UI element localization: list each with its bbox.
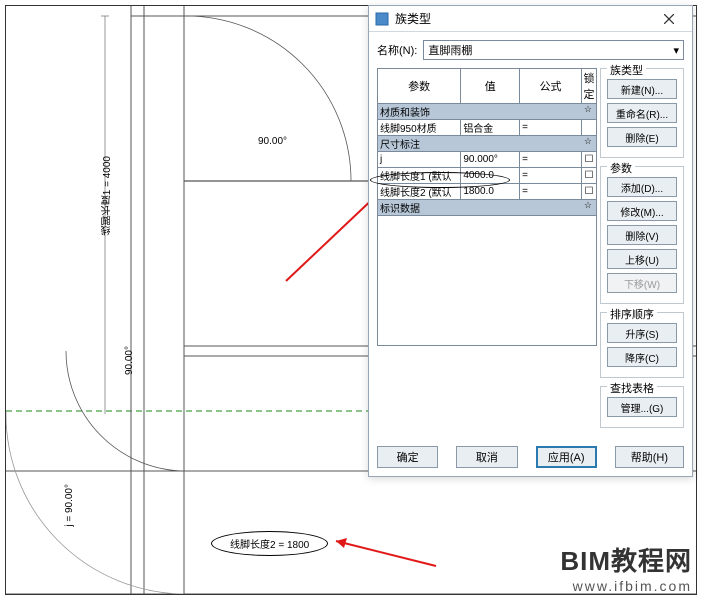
dialog-title: 族类型 — [395, 10, 650, 27]
movedown-button[interactable]: 下移(W) — [607, 273, 677, 293]
grp-params: 参数 — [607, 160, 635, 176]
angle-label-j: j = 90.00° — [64, 484, 75, 527]
desc-button[interactable]: 降序(C) — [607, 347, 677, 367]
chevron-down-icon: ▾ — [673, 44, 679, 57]
name-label: 名称(N): — [377, 42, 417, 58]
side-panel: 族类型 新建(N)... 重命名(R)... 删除(E) 参数 添加(D)...… — [600, 68, 684, 436]
app-icon — [375, 12, 389, 26]
watermark-url: www.ifbim.com — [560, 578, 692, 594]
watermark-brand: BIM教程网 — [560, 541, 692, 578]
col-lock[interactable]: 锁定 — [582, 69, 597, 104]
titlebar[interactable]: 族类型 — [369, 6, 692, 32]
col-formula[interactable]: 公式 — [520, 69, 582, 104]
modify-param-button[interactable]: 修改(M)... — [607, 201, 677, 221]
delete-type-button[interactable]: 删除(E) — [607, 127, 677, 147]
new-type-button[interactable]: 新建(N)... — [607, 79, 677, 99]
angle-label-1b: 90.00° — [124, 346, 135, 375]
manage-button[interactable]: 管理...(G) — [607, 397, 677, 417]
ok-button[interactable]: 确定 — [377, 446, 438, 468]
group-materials[interactable]: 材质和装饰☆ — [378, 104, 597, 120]
rename-type-button[interactable]: 重命名(R)... — [607, 103, 677, 123]
close-icon — [664, 14, 674, 24]
group-identity[interactable]: 标识数据☆ — [378, 200, 597, 216]
row-len1[interactable]: 线脚长度1 (默认 4000.0 = ☐ — [378, 168, 597, 184]
grp-lookup: 查找表格 — [607, 380, 657, 396]
row-material[interactable]: 线脚950材质 铝合金 = — [378, 120, 597, 136]
callout-len2: 线脚长度2 = 1800 — [211, 531, 328, 556]
parameter-table[interactable]: 参数 值 公式 锁定 材质和装饰☆ 线脚950材质 铝合金 = 尺寸标注☆ j — [377, 68, 597, 346]
moveup-button[interactable]: 上移(U) — [607, 249, 677, 269]
apply-button[interactable]: 应用(A) — [536, 446, 597, 468]
table-blank — [378, 216, 597, 346]
family-types-dialog: 族类型 名称(N): 直脚雨棚 ▾ 参数 值 公式 锁定 — [368, 5, 693, 477]
row-j[interactable]: j 90.000° = ☐ — [378, 152, 597, 168]
help-button[interactable]: 帮助(H) — [615, 446, 684, 468]
watermark: BIM教程网 www.ifbim.com — [560, 541, 692, 594]
grp-famtype: 族类型 — [607, 62, 646, 78]
name-select[interactable]: 直脚雨棚 ▾ — [423, 40, 684, 60]
row-len2[interactable]: 线脚长度2 (默认 1800.0 = ☐ — [378, 184, 597, 200]
angle-label-1: 90.00° — [258, 136, 287, 147]
close-button[interactable] — [650, 7, 688, 31]
add-param-button[interactable]: 添加(D)... — [607, 177, 677, 197]
name-value: 直脚雨棚 — [428, 42, 472, 58]
dimension-label-len1: 线脚长度1 = 4000 — [100, 156, 115, 235]
cancel-button[interactable]: 取消 — [456, 446, 517, 468]
asc-button[interactable]: 升序(S) — [607, 323, 677, 343]
group-dimensions[interactable]: 尺寸标注☆ — [378, 136, 597, 152]
col-param[interactable]: 参数 — [378, 69, 461, 104]
grp-order: 排序顺序 — [607, 306, 657, 322]
delete-param-button[interactable]: 删除(V) — [607, 225, 677, 245]
col-value[interactable]: 值 — [461, 69, 520, 104]
